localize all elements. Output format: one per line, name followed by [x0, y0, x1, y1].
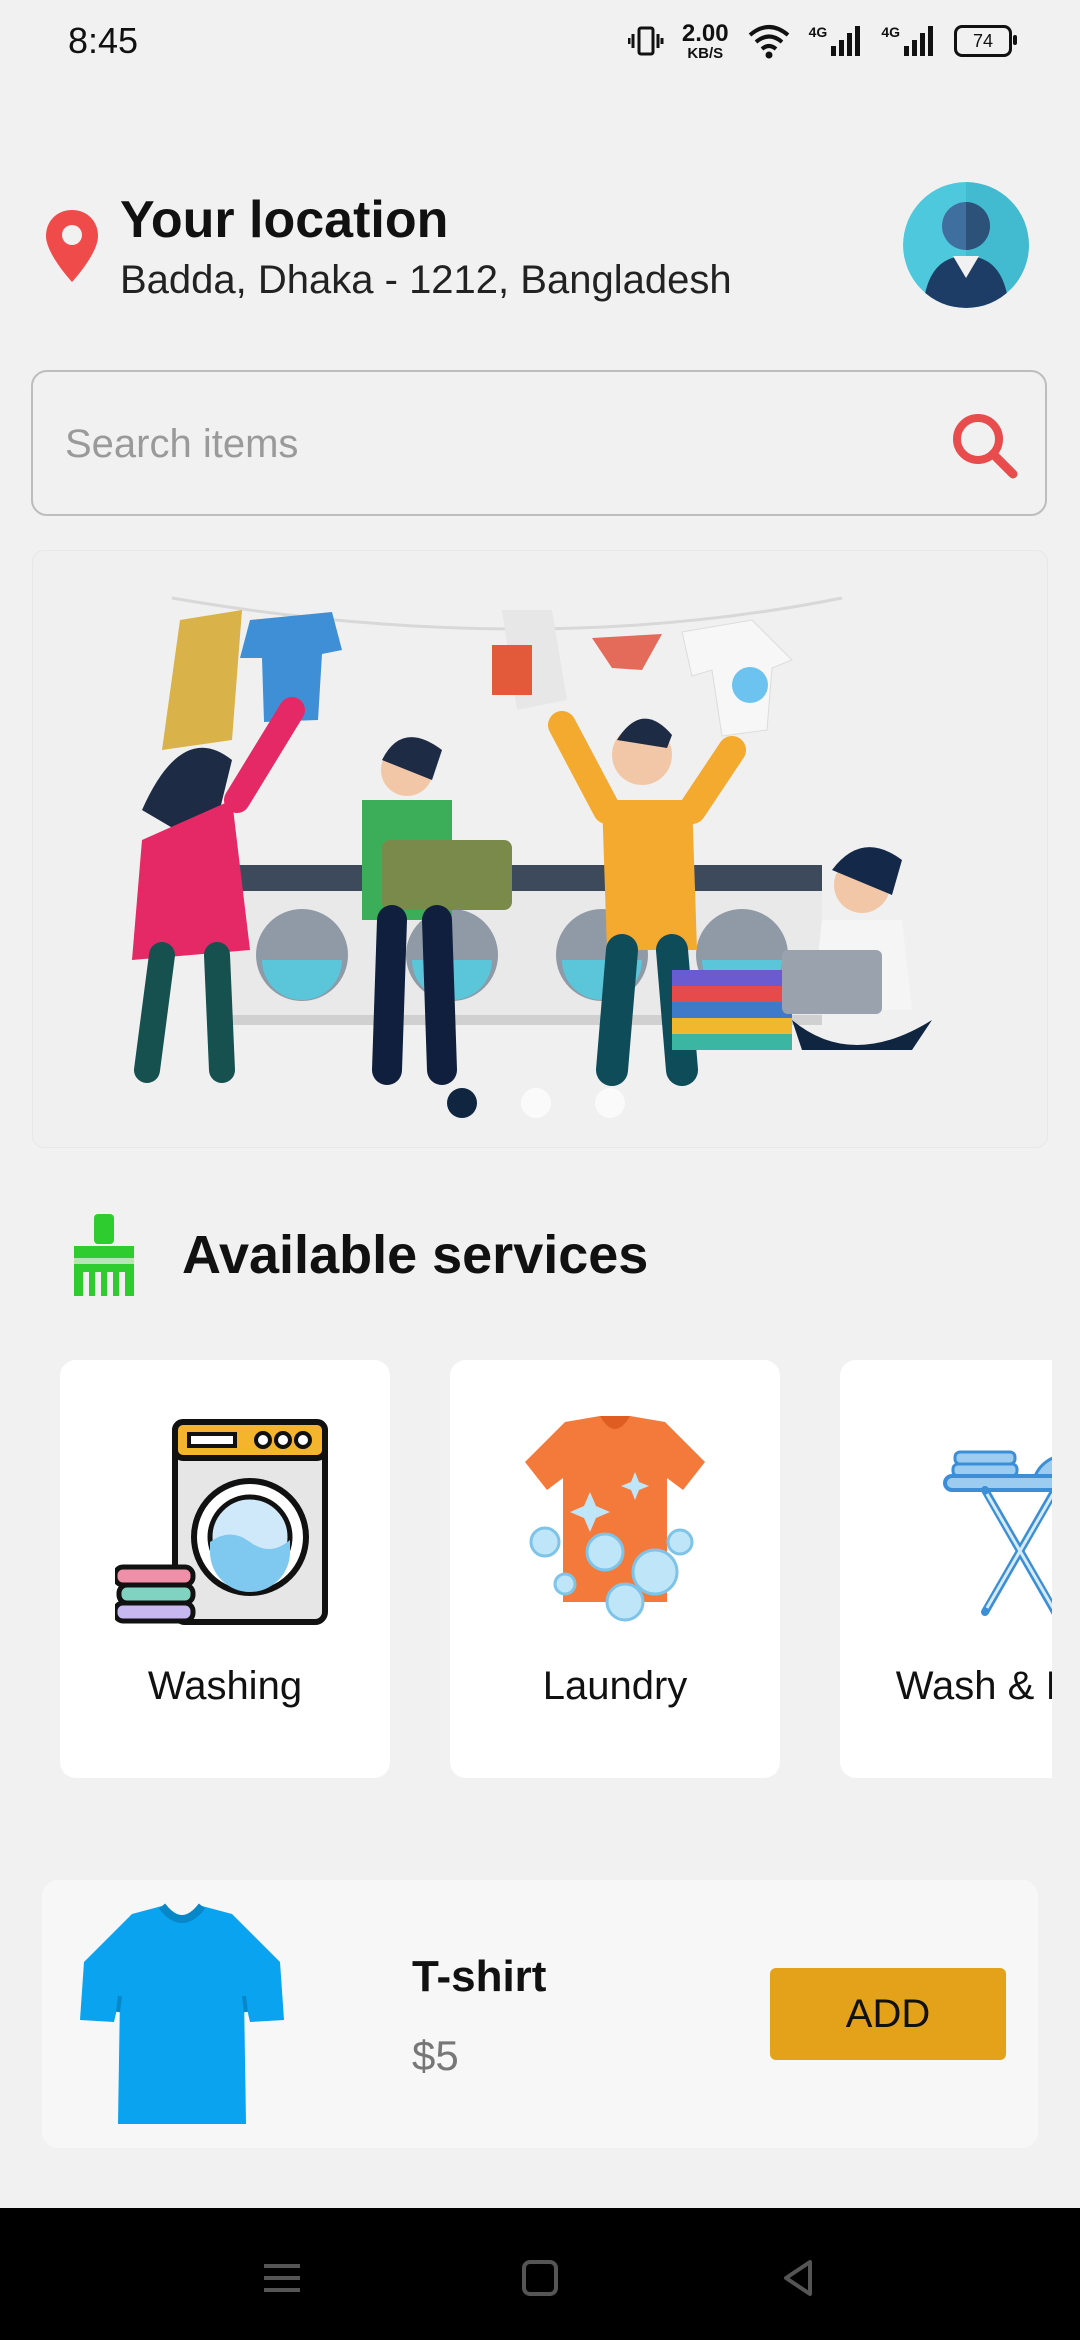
status-icons: 2.00 KB/S 4G 4G 74 — [627, 18, 1017, 64]
services-title: Available services — [182, 1225, 649, 1285]
search-input[interactable] — [63, 372, 947, 516]
service-label: Washing — [147, 1664, 303, 1708]
signal-2: 4G — [881, 24, 936, 58]
wifi-icon — [748, 25, 789, 59]
battery-icon: 74 — [954, 25, 1017, 57]
tshirt-bubbles-icon — [525, 1416, 705, 1622]
system-nav-bar — [0, 2208, 1080, 2340]
home-icon[interactable] — [510, 2248, 570, 2308]
search-icon[interactable] — [949, 410, 1019, 480]
carousel-indicator — [447, 1088, 625, 1118]
avatar-icon — [903, 182, 1029, 308]
location-title: Your location — [120, 191, 449, 249]
services-carousel[interactable]: Washing Laundry Wash & Iron — [60, 1360, 1052, 1778]
search-bar[interactable] — [31, 370, 1047, 516]
tshirt-icon — [80, 1903, 284, 2124]
carousel-dot-active[interactable] — [447, 1088, 477, 1118]
status-bar: 8:45 2.00 KB/S 4G 4G 74 — [0, 0, 1080, 84]
product-price: $5 — [412, 2032, 459, 2079]
carousel-dot[interactable] — [521, 1088, 551, 1118]
network-type-1: 4G — [808, 24, 828, 40]
services-header: Available services — [68, 1210, 648, 1300]
avatar[interactable] — [903, 182, 1029, 308]
signal-icon — [904, 26, 933, 56]
broom-icon — [74, 1214, 134, 1296]
signal-1: 4G — [809, 24, 864, 58]
status-time: 8:45 — [68, 20, 139, 61]
location-header[interactable]: Your location Badda, Dhaka - 1212, Bangl… — [44, 190, 804, 320]
ironing-board-icon — [943, 1450, 1052, 1616]
menu-icon[interactable] — [252, 2248, 312, 2308]
location-pin-icon — [46, 210, 98, 282]
signal-icon — [831, 26, 861, 56]
promo-banner[interactable] — [32, 550, 1048, 1148]
net-speed-unit: KB/S — [687, 44, 724, 62]
back-icon[interactable] — [768, 2248, 828, 2308]
add-button[interactable]: ADD — [770, 1968, 1006, 2060]
product-name: T-shirt — [412, 1952, 547, 2001]
service-label: Laundry — [542, 1664, 688, 1708]
service-card-laundry[interactable]: Laundry — [450, 1360, 780, 1778]
service-card-washing[interactable]: Washing — [60, 1360, 390, 1778]
carousel-dot[interactable] — [595, 1088, 625, 1118]
location-address: Badda, Dhaka - 1212, Bangladesh — [120, 258, 732, 302]
net-speed: 2.00 KB/S — [681, 19, 729, 62]
washing-machine-icon — [115, 1419, 328, 1625]
net-speed-value: 2.00 — [681, 19, 729, 47]
laundry-illustration — [132, 596, 932, 1086]
product-card[interactable]: T-shirt $5 ADD — [42, 1880, 1038, 2148]
service-label: Wash & Iron — [895, 1664, 1052, 1708]
battery-level: 74 — [972, 30, 994, 51]
vibrate-icon — [627, 26, 664, 56]
service-card-wash-iron[interactable]: Wash & Iron — [840, 1360, 1052, 1778]
network-type-2: 4G — [881, 24, 900, 40]
